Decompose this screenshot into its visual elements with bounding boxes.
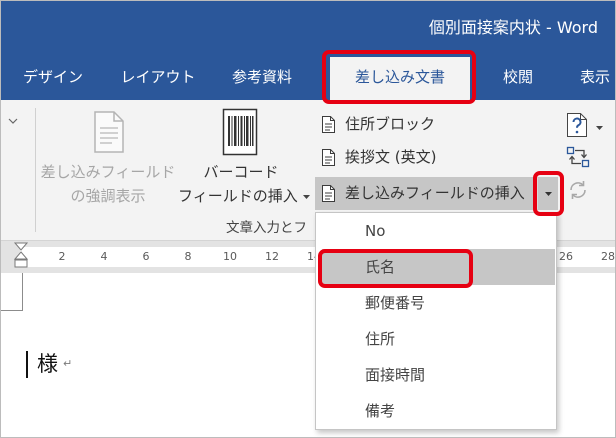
tab-layout[interactable]: レイアウト xyxy=(116,62,200,92)
ribbon-chevron-down-icon[interactable] xyxy=(8,118,18,125)
barcode-field-label-line2: フィールドの挿入 xyxy=(178,187,298,205)
rules-icon[interactable] xyxy=(566,112,588,138)
ruler-label: 28 xyxy=(601,250,615,263)
ruler-label: 2 xyxy=(58,250,66,263)
ruler-label: 12 xyxy=(265,250,279,263)
document-icon xyxy=(93,110,125,154)
word-window: 個別面接案内状 - Word デザイン レイアウト 参考資料 差し込み文書 校閲… xyxy=(0,0,616,438)
greeting-line-button[interactable]: 挨拶文 (英文) xyxy=(315,144,465,171)
barcode-icon xyxy=(222,108,258,156)
merge-field-menu: No 氏名 郵便番号 住所 面接時間 備考 xyxy=(315,212,557,430)
tab-review[interactable]: 校閲 xyxy=(496,62,540,92)
paragraph-mark: ↵ xyxy=(63,357,73,370)
barcode-field-label-line1: バーコード xyxy=(203,163,279,181)
menu-item-field[interactable]: 備考 xyxy=(316,393,556,429)
menu-item-field[interactable]: No xyxy=(316,213,556,249)
tab-references[interactable]: 参考資料 xyxy=(222,62,302,92)
ruler-label: 4 xyxy=(100,250,108,263)
ruler-label: 10 xyxy=(223,250,237,263)
insert-merge-field-dropdown[interactable] xyxy=(537,177,558,210)
text-boundary-mark xyxy=(22,273,23,311)
chevron-down-icon[interactable] xyxy=(596,125,603,130)
group-label: 文章入力とフ xyxy=(226,220,307,236)
window-title: 個別面接案内状 - Word xyxy=(428,18,598,37)
chevron-down-icon xyxy=(302,194,310,199)
ruler-label: 8 xyxy=(184,250,192,263)
document-icon xyxy=(321,148,336,167)
text-cursor xyxy=(26,351,28,378)
highlight-merge-fields-button[interactable]: 差し込みフィールド の強調表示 xyxy=(38,106,178,206)
address-block-label: 住所ブロック xyxy=(345,115,436,133)
ruler-label: 26 xyxy=(559,250,573,263)
menu-item-field[interactable]: 住所 xyxy=(316,321,556,357)
document-icon xyxy=(321,184,336,203)
tab-mailings[interactable]: 差し込み文書 xyxy=(330,57,470,100)
menu-item-field[interactable]: 郵便番号 xyxy=(316,285,556,321)
insert-merge-field-label: 差し込みフィールドの挿入 xyxy=(345,184,525,202)
insert-merge-field-button[interactable]: 差し込みフィールドの挿入 xyxy=(315,177,536,210)
update-labels-icon[interactable] xyxy=(567,179,589,201)
document-icon xyxy=(321,115,336,134)
barcode-field-label-row: フィールドの挿入 xyxy=(178,185,310,207)
chevron-down-icon xyxy=(544,191,552,196)
match-fields-icon[interactable] xyxy=(566,146,590,168)
highlight-merge-fields-label-line1: 差し込みフィールド xyxy=(40,163,176,181)
barcode-field-button[interactable]: バーコード フィールドの挿入 xyxy=(178,106,310,207)
document-text[interactable]: 様 xyxy=(37,349,58,379)
indent-marker-icon[interactable] xyxy=(13,242,29,276)
text-boundary-mark xyxy=(0,310,23,311)
tab-view[interactable]: 表示 xyxy=(574,62,616,92)
menu-item-field[interactable]: 面接時間 xyxy=(316,357,556,393)
group-separator xyxy=(35,108,36,232)
greeting-line-label: 挨拶文 (英文) xyxy=(345,148,437,166)
address-block-button[interactable]: 住所ブロック xyxy=(315,111,465,138)
ruler-label: 6 xyxy=(142,250,150,263)
menu-item-field[interactable]: 氏名 xyxy=(322,249,555,285)
highlight-merge-fields-label-line2: の強調表示 xyxy=(70,187,146,205)
tab-design[interactable]: デザイン xyxy=(12,62,94,92)
